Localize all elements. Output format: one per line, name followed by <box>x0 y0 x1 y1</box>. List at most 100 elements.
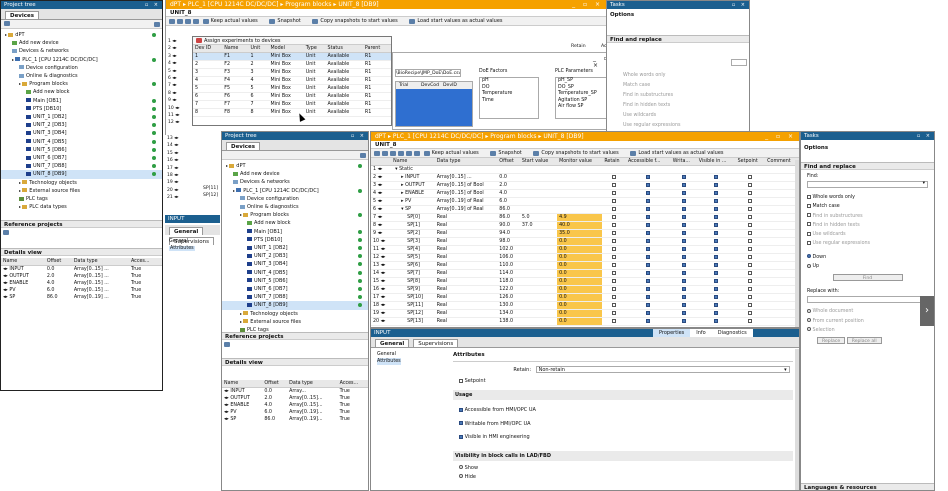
front-db-row[interactable]: 18 ◂▸ SP[11] Real 130.0 0.0 <box>371 301 799 310</box>
front-db-row[interactable]: 11 ◂▸ SP[4] Real 102.0 0.0 <box>371 245 799 254</box>
setpoint-checkbox[interactable] <box>459 378 463 383</box>
details-row[interactable]: ◂▸ ENABLE 4.0 Array[0..15]... True <box>222 402 368 409</box>
assign-col-header[interactable]: Name <box>222 45 249 53</box>
comment-cell[interactable] <box>765 301 799 310</box>
flag-checkbox[interactable] <box>612 222 617 227</box>
flag-checkbox[interactable] <box>646 310 651 315</box>
tree-item[interactable]: ▸ PLC_1 [CPU 1214C DC/DC/DC] <box>1 56 162 64</box>
flag-checkbox[interactable] <box>612 318 617 323</box>
ref-front-add-icon[interactable] <box>224 342 230 347</box>
var-name[interactable]: SP[5] <box>391 253 435 262</box>
recipe-col-header[interactable]: DevID <box>440 82 462 89</box>
comment-cell[interactable] <box>765 197 799 206</box>
front-db-row[interactable]: 10 ◂▸ SP[3] Real 98.0 0.0 <box>371 237 799 246</box>
flag-checkbox[interactable] <box>714 230 719 235</box>
tree-item[interactable]: Add new block <box>222 219 368 227</box>
tree-item[interactable]: Online & diagnostics <box>1 72 162 80</box>
inspector-tab[interactable]: Supervisions <box>413 339 459 347</box>
var-name[interactable]: SP[4] <box>391 245 435 254</box>
flag-checkbox[interactable] <box>714 214 719 219</box>
details-row[interactable]: ◂▸ SP 86.0 Array[0..19] ... True <box>1 294 162 301</box>
back-attributes-nav[interactable]: Attributes <box>169 246 195 251</box>
var-name[interactable]: SP[12] <box>391 309 435 318</box>
tasks-back-option[interactable]: Find in substructures <box>623 91 681 101</box>
load-start-values-front[interactable]: Load start values as actual values <box>638 149 723 157</box>
comment-cell[interactable] <box>765 309 799 318</box>
flag-checkbox[interactable] <box>714 286 719 291</box>
assign-row[interactable]: 2 F2 2 Mini Box Unit Available R1 <box>193 60 391 69</box>
start-value[interactable] <box>519 229 558 238</box>
setpoint-checkbox[interactable] <box>748 246 753 251</box>
tree-item[interactable]: Main [OB1] <box>222 228 368 236</box>
tree-item[interactable]: UNIT_1 [DB2] <box>1 113 162 121</box>
details-row[interactable]: ◂▸ ENABLE 4.0 Array[0..15] ... True <box>1 280 162 287</box>
setpoint-checkbox[interactable] <box>748 230 753 235</box>
flag-checkbox[interactable] <box>646 182 651 187</box>
start-value[interactable] <box>519 253 558 262</box>
tasks-front-controls-icon[interactable]: ▫ × <box>917 132 932 140</box>
setpoint-checkbox[interactable] <box>748 286 753 291</box>
tree-item[interactable]: ▸ PLC data types <box>1 203 162 211</box>
comment-cell[interactable] <box>765 221 799 230</box>
reference-projects-front[interactable]: Reference projects <box>222 332 368 340</box>
flag-checkbox[interactable] <box>681 270 686 275</box>
assign-row[interactable]: 1 F1 1 Mini Box Unit Available R1 <box>193 52 391 61</box>
tree-item[interactable]: PTS [DB10] <box>1 105 162 113</box>
back-col-header[interactable]: Retain <box>571 44 597 49</box>
find-button[interactable]: Find <box>832 274 903 282</box>
var-name[interactable]: SP[10] <box>391 293 435 302</box>
front-db-row[interactable]: 14 ◂▸ SP[7] Real 114.0 0.0 <box>371 269 799 278</box>
flag-checkbox[interactable] <box>681 310 686 315</box>
ftb-icon-2[interactable] <box>382 151 388 156</box>
details-col-header[interactable]: Offset <box>262 380 288 388</box>
tree-item[interactable]: PTS [DB10] <box>222 236 368 244</box>
start-value[interactable] <box>519 293 558 302</box>
assign-row[interactable]: 3 F3 3 Mini Box Unit Available R1 <box>193 68 391 77</box>
tree-item[interactable]: UNIT_7 [DB8] <box>1 162 162 170</box>
flag-checkbox[interactable] <box>714 302 719 307</box>
flag-checkbox[interactable] <box>646 222 651 227</box>
tasks-back-controls-icon[interactable]: ▫ × <box>732 1 747 9</box>
comment-cell[interactable] <box>765 189 799 198</box>
flag-checkbox[interactable] <box>714 174 719 179</box>
tree-item[interactable]: ▸ Program blocks <box>222 211 368 219</box>
tree-item[interactable]: ▸ PLC_1 [CPU 1214C DC/DC/DC] <box>222 187 368 195</box>
flag-checkbox[interactable] <box>714 190 719 195</box>
tree-item[interactable]: UNIT_3 [DB4] <box>222 260 368 268</box>
flag-checkbox[interactable] <box>714 206 719 211</box>
tree-item[interactable]: ▸ Technology objects <box>1 179 162 187</box>
flag-checkbox[interactable] <box>681 302 686 307</box>
details-col-header[interactable]: Acces... <box>128 258 162 266</box>
tasks-back-option[interactable]: Whole words only <box>623 71 681 81</box>
comment-cell[interactable] <box>765 245 799 254</box>
front-col-header[interactable]: Offset <box>497 158 520 166</box>
snapshot-icon[interactable] <box>269 19 276 24</box>
flag-checkbox[interactable] <box>714 238 719 243</box>
recipe-path-field[interactable]: \BioRecipe\JMP_DoE\DoE.csv <box>395 69 461 77</box>
recipe-col-header[interactable]: DevCod <box>418 82 440 89</box>
tree-item[interactable]: UNIT_6 [DB7] <box>222 285 368 293</box>
start-value[interactable] <box>519 309 558 318</box>
tasks-front-find-replace[interactable]: Find and replace <box>801 162 934 170</box>
editor-window-controls-icon[interactable]: _ ▫ × <box>572 0 603 9</box>
var-name[interactable]: ▾ SP <box>391 205 435 214</box>
front-db-row[interactable]: 15 ◂▸ SP[8] Real 118.0 0.0 <box>371 277 799 286</box>
var-name[interactable]: ▸ PV <box>391 197 435 206</box>
assign-row[interactable]: 6 F6 6 Mini Box Unit Available R1 <box>193 92 391 101</box>
flag-checkbox[interactable] <box>612 286 617 291</box>
tree-item[interactable]: Devices & networks <box>222 178 368 186</box>
var-name[interactable]: SP[2] <box>391 229 435 238</box>
setpoint-checkbox[interactable] <box>748 182 753 187</box>
front-col-header[interactable]: Writa... <box>670 158 697 166</box>
front-db-row[interactable]: 7 ◂▸ SP[0] Real 86.0 5.0 4.9 <box>371 213 799 222</box>
front-db-row[interactable]: 13 ◂▸ SP[6] Real 110.0 0.0 <box>371 261 799 270</box>
flag-checkbox[interactable] <box>612 198 617 203</box>
setpoint-checkbox[interactable] <box>748 318 753 323</box>
tree-item[interactable]: UNIT_7 [DB8] <box>222 293 368 301</box>
ftb-icon-1[interactable] <box>374 151 380 156</box>
assign-col-header[interactable]: Parent <box>362 45 391 53</box>
tree-item[interactable]: ▸ dPT <box>222 162 368 170</box>
tree-item[interactable]: UNIT_6 [DB7] <box>1 154 162 162</box>
start-value[interactable] <box>519 301 558 310</box>
setpoint-checkbox[interactable] <box>748 198 753 203</box>
